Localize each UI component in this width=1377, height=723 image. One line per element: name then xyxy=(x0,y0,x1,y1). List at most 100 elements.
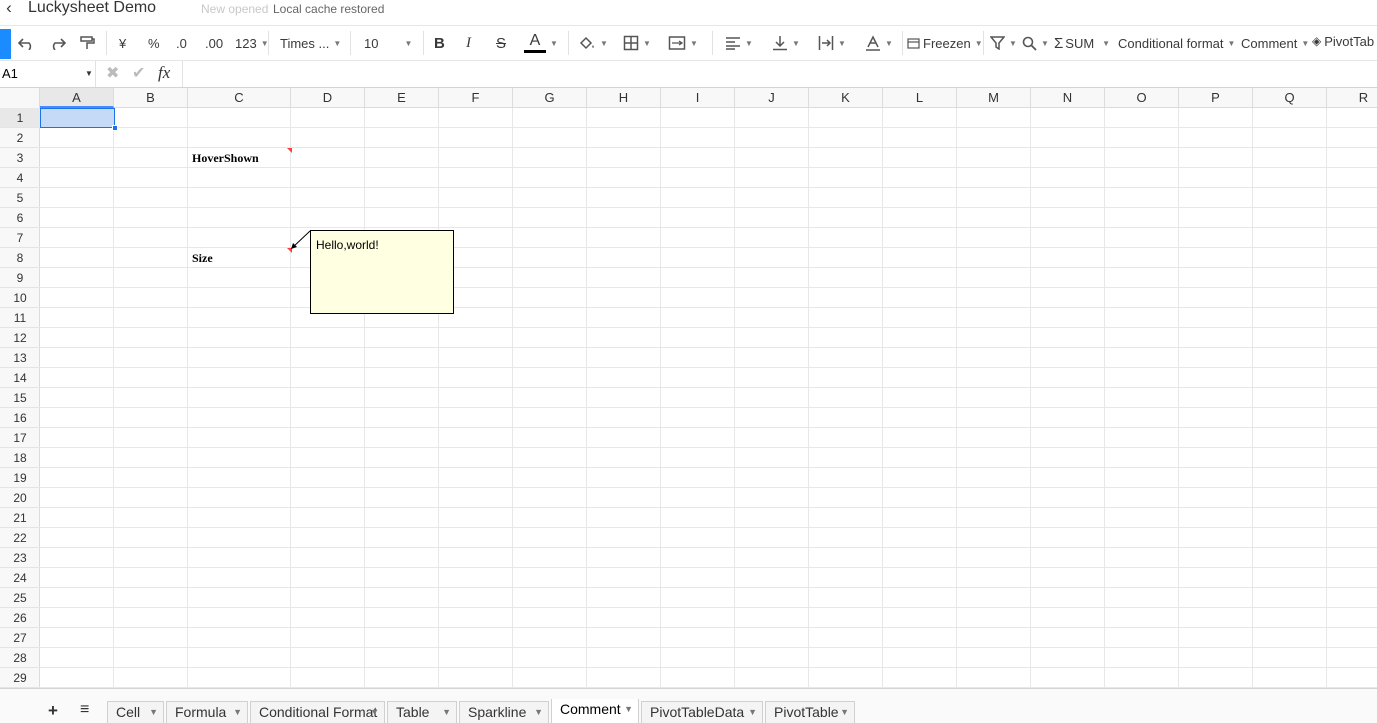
decrease-decimal-button[interactable]: .0 xyxy=(176,26,187,60)
column-header-l[interactable]: L xyxy=(883,88,957,108)
fill-color-button[interactable]: ▼ xyxy=(578,26,608,60)
row-header-19[interactable]: 19 xyxy=(0,468,40,488)
row-header-6[interactable]: 6 xyxy=(0,208,40,228)
percent-button[interactable]: % xyxy=(148,26,160,60)
select-all-corner[interactable] xyxy=(0,88,40,108)
cell-c3[interactable]: HoverShown xyxy=(192,148,259,168)
bold-button[interactable]: B xyxy=(434,26,445,60)
caret-down-icon[interactable]: ▼ xyxy=(534,702,543,723)
formula-input[interactable] xyxy=(182,61,1377,87)
caret-down-icon[interactable]: ▼ xyxy=(624,699,633,720)
add-sheet-button[interactable]: + xyxy=(48,702,58,720)
row-header-22[interactable]: 22 xyxy=(0,528,40,548)
caret-down-icon[interactable]: ▼ xyxy=(442,702,451,723)
column-header-a[interactable]: A xyxy=(40,88,114,108)
text-wrap-button[interactable]: ▼ xyxy=(818,26,846,60)
number-format-dropdown[interactable]: 123 ▼ xyxy=(235,26,269,60)
column-header-e[interactable]: E xyxy=(365,88,439,108)
row-header-7[interactable]: 7 xyxy=(0,228,40,248)
comment-box[interactable]: Hello,world! xyxy=(310,230,454,314)
caret-down-icon[interactable]: ▼ xyxy=(840,702,849,723)
back-arrow-icon[interactable]: ‹ xyxy=(2,0,16,18)
conditional-format-button[interactable]: Conditional format ▼ xyxy=(1118,26,1235,60)
sheet-tab-conditional-format[interactable]: Conditional Format ▼ xyxy=(250,701,385,723)
sheet-tab-table[interactable]: Table ▼ xyxy=(387,701,457,723)
row-header-11[interactable]: 11 xyxy=(0,308,40,328)
column-header-i[interactable]: I xyxy=(661,88,735,108)
row-header-10[interactable]: 10 xyxy=(0,288,40,308)
sheet-list-menu-icon[interactable]: ≡ xyxy=(80,701,89,719)
row-header-25[interactable]: 25 xyxy=(0,588,40,608)
row-header-23[interactable]: 23 xyxy=(0,548,40,568)
row-header-27[interactable]: 27 xyxy=(0,628,40,648)
freeze-button[interactable]: Freezen ▼ xyxy=(907,26,983,60)
sheet-tab-formula[interactable]: Formula ▼ xyxy=(166,701,248,723)
sheet-tab-pivottable[interactable]: PivotTable ▼ xyxy=(765,701,855,723)
column-header-r[interactable]: R xyxy=(1327,88,1377,108)
selected-cell-a1[interactable] xyxy=(40,108,115,128)
column-header-d[interactable]: D xyxy=(291,88,365,108)
function-icon[interactable]: fx xyxy=(158,63,170,83)
find-button[interactable]: ▼ xyxy=(1022,26,1049,60)
redo-button[interactable] xyxy=(48,26,66,60)
cell-area[interactable]: HoverShown Size Hello,world! xyxy=(40,108,1377,688)
row-header-20[interactable]: 20 xyxy=(0,488,40,508)
column-header-b[interactable]: B xyxy=(114,88,188,108)
pivot-table-button[interactable]: ◈ PivotTab xyxy=(1312,26,1374,58)
text-rotate-button[interactable]: ▼ xyxy=(865,26,893,60)
undo-button[interactable] xyxy=(18,26,36,60)
row-header-4[interactable]: 4 xyxy=(0,168,40,188)
row-header-1[interactable]: 1 xyxy=(0,108,40,128)
column-header-j[interactable]: J xyxy=(735,88,809,108)
column-header-o[interactable]: O xyxy=(1105,88,1179,108)
cancel-icon[interactable]: ✖ xyxy=(106,61,119,87)
row-header-2[interactable]: 2 xyxy=(0,128,40,148)
row-header-24[interactable]: 24 xyxy=(0,568,40,588)
border-button[interactable]: ▼ xyxy=(623,26,651,60)
font-size-dropdown[interactable]: 10 ▼ xyxy=(364,26,414,60)
caret-down-icon[interactable]: ▼ xyxy=(748,702,757,723)
column-header-h[interactable]: H xyxy=(587,88,661,108)
row-header-28[interactable]: 28 xyxy=(0,648,40,668)
column-header-m[interactable]: M xyxy=(957,88,1031,108)
merge-cells-button[interactable]: ▼ xyxy=(668,26,698,60)
row-header-15[interactable]: 15 xyxy=(0,388,40,408)
sheet-tab-sparkline[interactable]: Sparkline ▼ xyxy=(459,701,549,723)
row-header-26[interactable]: 26 xyxy=(0,608,40,628)
row-header-29[interactable]: 29 xyxy=(0,668,40,688)
row-header-8[interactable]: 8 xyxy=(0,248,40,268)
column-header-c[interactable]: C xyxy=(188,88,291,108)
row-header-5[interactable]: 5 xyxy=(0,188,40,208)
filter-button[interactable]: ▼ xyxy=(990,26,1017,60)
caret-down-icon[interactable]: ▼ xyxy=(370,702,379,723)
italic-button[interactable]: I xyxy=(466,26,471,60)
sheet-tab-cell[interactable]: Cell ▼ xyxy=(107,701,164,723)
sum-button[interactable]: Σ SUM ▼ xyxy=(1054,26,1110,60)
currency-button[interactable]: ¥ xyxy=(119,26,126,60)
row-header-13[interactable]: 13 xyxy=(0,348,40,368)
row-header-9[interactable]: 9 xyxy=(0,268,40,288)
row-header-21[interactable]: 21 xyxy=(0,508,40,528)
caret-down-icon[interactable]: ▼ xyxy=(233,702,242,723)
sheet-tab-comment[interactable]: Comment ▼ xyxy=(551,699,639,723)
cell-c8[interactable]: Size xyxy=(192,248,213,268)
format-painter-button[interactable] xyxy=(79,26,95,60)
column-header-k[interactable]: K xyxy=(809,88,883,108)
comment-button[interactable]: Comment ▼ xyxy=(1241,26,1309,60)
row-header-14[interactable]: 14 xyxy=(0,368,40,388)
strikethrough-button[interactable]: S xyxy=(496,26,506,60)
confirm-icon[interactable]: ✔ xyxy=(132,61,145,87)
caret-down-icon[interactable]: ▼ xyxy=(149,702,158,723)
text-color-button[interactable]: A ▼ xyxy=(524,26,558,60)
row-header-3[interactable]: 3 xyxy=(0,148,40,168)
increase-decimal-button[interactable]: .00 xyxy=(205,26,223,60)
column-header-n[interactable]: N xyxy=(1031,88,1105,108)
column-header-q[interactable]: Q xyxy=(1253,88,1327,108)
column-header-p[interactable]: P xyxy=(1179,88,1253,108)
column-header-f[interactable]: F xyxy=(439,88,513,108)
sheet-tab-pivottabledata[interactable]: PivotTableData ▼ xyxy=(641,701,763,723)
column-header-g[interactable]: G xyxy=(513,88,587,108)
font-family-dropdown[interactable]: Times ... ▼ xyxy=(280,26,341,60)
vertical-align-button[interactable]: ▼ xyxy=(772,26,800,60)
name-box[interactable]: A1 ▼ xyxy=(0,61,96,87)
